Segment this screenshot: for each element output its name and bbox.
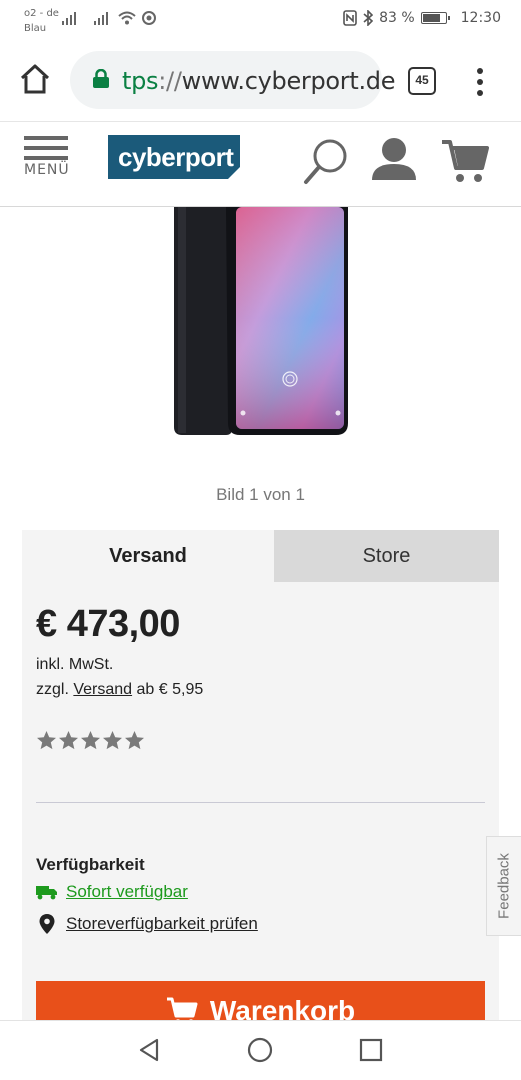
recents-icon[interactable] <box>358 1037 384 1063</box>
product-image[interactable] <box>170 207 350 439</box>
tab-switcher-button[interactable]: 45 <box>408 67 436 95</box>
product-price: € 473,00 <box>36 603 180 645</box>
availability-status: Sofort verfügbar <box>36 882 188 902</box>
carrier-label: o2 - de Blau <box>24 6 59 36</box>
tab-store[interactable]: Store <box>274 530 499 582</box>
image-counter: Bild 1 von 1 <box>216 485 305 504</box>
truck-icon <box>36 886 57 900</box>
status-left-icons <box>62 11 156 25</box>
account-icon[interactable] <box>370 134 418 192</box>
menu-button[interactable]: MENÜ <box>24 136 70 196</box>
clock: 12:30 <box>460 10 501 26</box>
status-right-icons: 83 % 12:30 <box>343 10 501 26</box>
battery-fill <box>422 14 441 22</box>
url-separator: :// <box>158 67 182 95</box>
overflow-menu-icon[interactable] <box>470 66 490 98</box>
cart-icon[interactable] <box>440 134 490 192</box>
back-icon[interactable] <box>137 1037 163 1063</box>
divider <box>36 802 485 803</box>
home-icon[interactable] <box>18 62 52 96</box>
menu-label: MENÜ <box>24 162 70 178</box>
feedback-label: Feedback <box>495 853 513 919</box>
shipping-link[interactable]: Versand <box>73 681 132 698</box>
vat-note: inkl. MwSt. <box>36 656 114 673</box>
url-text: tps://www.cyberport.de <box>122 67 396 95</box>
carrier-name: o2 - de <box>24 8 59 19</box>
site-header: MENÜ cyberport <box>0 122 521 207</box>
shipping-note: zzgl. Versand ab € 5,95 <box>36 681 203 699</box>
shipping-prefix: zzgl. <box>36 681 69 698</box>
rating-stars[interactable] <box>36 730 145 751</box>
store-availability: Storeverfügbarkeit prüfen <box>36 913 258 935</box>
carrier-subname: Blau <box>24 23 47 34</box>
hamburger-bar <box>24 146 68 150</box>
battery-percent: 83 % <box>379 10 415 26</box>
status-bar: o2 - de Blau 83 % 12:30 <box>0 0 521 42</box>
chrome-icon <box>142 11 156 25</box>
nfc-icon <box>343 10 357 26</box>
signal-icon-2 <box>94 12 108 25</box>
signal-icon <box>62 12 76 25</box>
availability-title: Verfügbarkeit <box>36 855 145 874</box>
bluetooth-icon <box>363 10 374 26</box>
browser-toolbar: tps://www.cyberport.de 45 <box>0 42 521 122</box>
system-nav-bar <box>0 1020 521 1080</box>
feedback-tab[interactable]: Feedback <box>486 836 521 936</box>
url-host: www.cyberport.de <box>181 67 396 95</box>
search-icon[interactable] <box>302 134 348 192</box>
availability-link[interactable]: Sofort verfügbar <box>66 882 188 902</box>
star-icon <box>81 731 100 750</box>
purchase-panel: Versand Store € 473,00 inkl. MwSt. zzgl.… <box>22 530 499 1041</box>
star-icon <box>37 731 56 750</box>
store-check-link[interactable]: Storeverfügbarkeit prüfen <box>66 914 258 934</box>
address-bar[interactable]: tps://www.cyberport.de <box>70 51 396 109</box>
star-icon <box>103 731 122 750</box>
cyberport-logo[interactable]: cyberport <box>108 135 240 179</box>
url-scheme: tps <box>122 67 159 95</box>
star-icon <box>59 731 78 750</box>
battery-icon <box>420 12 450 24</box>
shipping-suffix: ab € 5,95 <box>136 681 204 698</box>
tab-versand[interactable]: Versand <box>22 530 274 582</box>
star-icon <box>125 731 144 750</box>
home-nav-icon[interactable] <box>247 1037 273 1063</box>
hamburger-bar <box>24 156 68 160</box>
lock-icon <box>93 69 109 88</box>
wifi-icon <box>118 11 136 25</box>
hamburger-bar <box>24 136 68 140</box>
location-pin-icon <box>39 914 55 934</box>
